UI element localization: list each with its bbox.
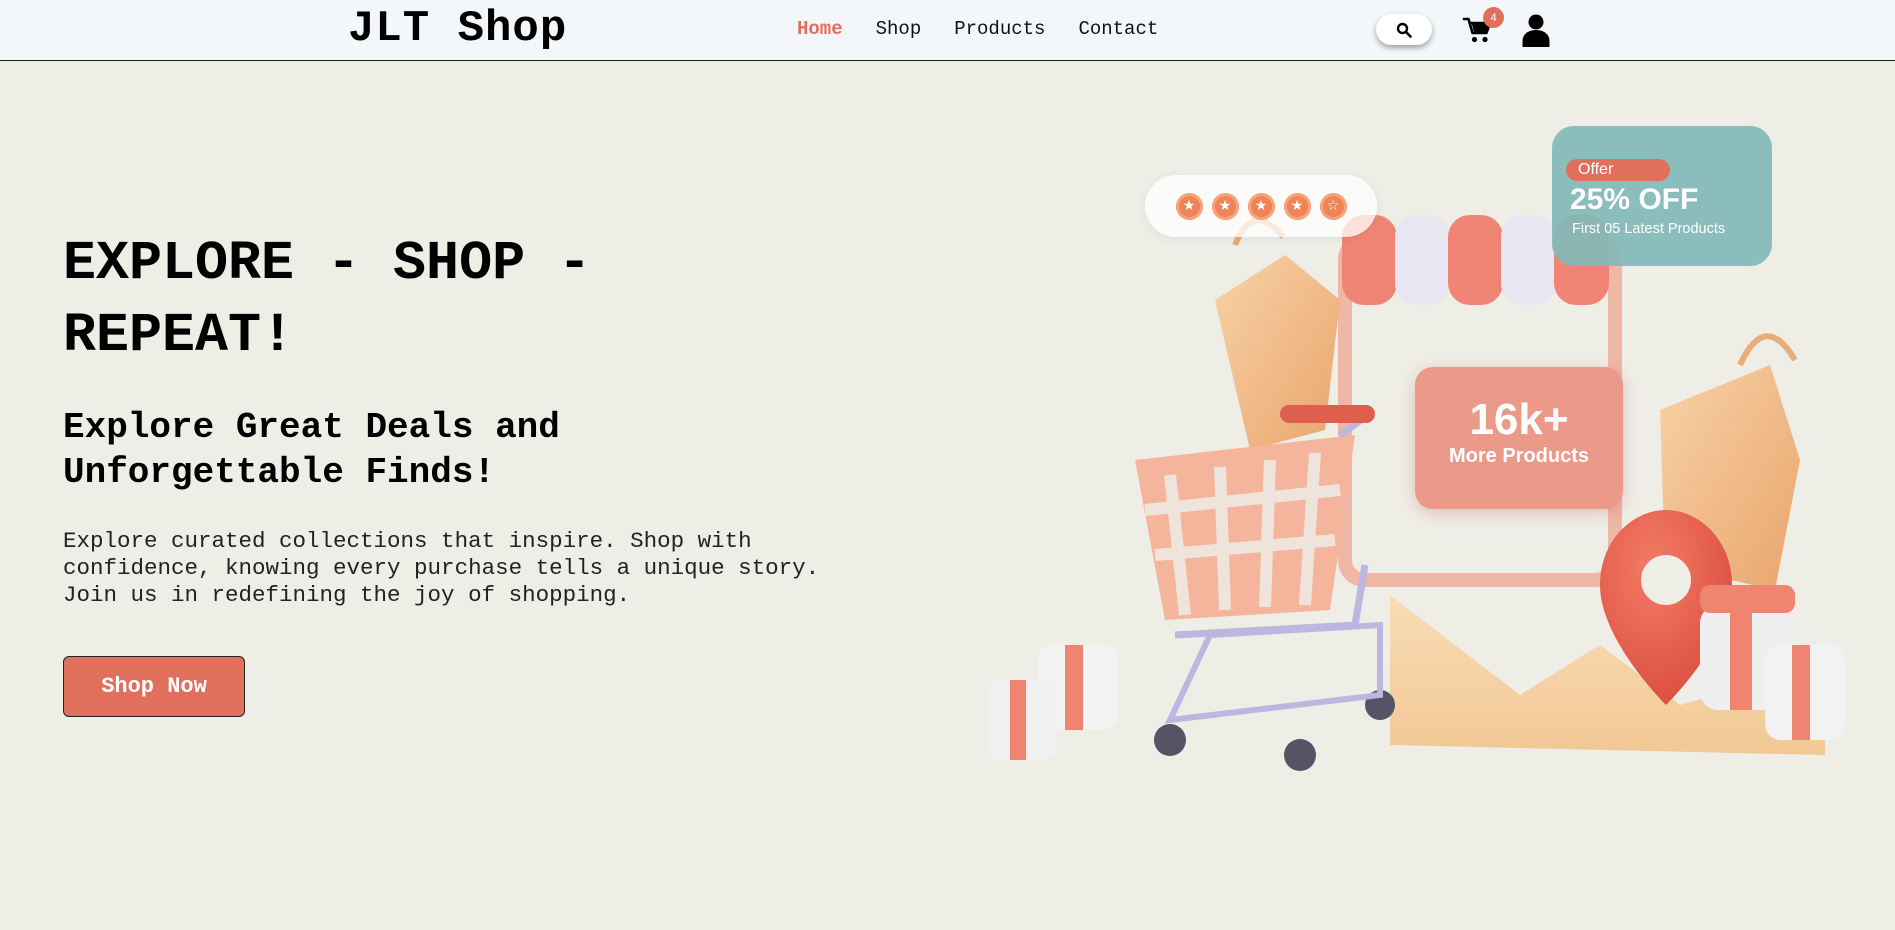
offer-headline: 25% OFF [1570,183,1699,216]
nav-home-link[interactable]: Home [797,18,843,40]
star-icon: ★ [1283,192,1311,220]
nav-shop-link[interactable]: Shop [876,18,922,40]
shop-now-button[interactable]: Shop Now [63,656,245,717]
hero-illustration: ★ ★ ★ ★ ☆ Offer 25% OFF First 05 Latest … [970,115,1850,815]
offer-detail: First 05 Latest Products [1572,221,1726,237]
products-count: 16k+ [1469,395,1569,444]
offer-tag: Offer [1566,159,1670,181]
search-icon [1396,22,1412,38]
nav-products-link[interactable]: Products [954,18,1045,40]
products-label: More Products [1448,445,1590,467]
top-navbar: JLT Shop Home Shop Products Contact 4 [0,0,1895,61]
hero-title: EXPLORE - SHOP - REPEAT! [63,232,592,367]
main-nav: Home Shop Products Contact [797,18,1158,40]
hero-subtitle: Explore Great Deals and Unforgettable Fi… [63,407,560,493]
nav-contact-link[interactable]: Contact [1078,18,1158,40]
search-button[interactable] [1376,14,1432,45]
star-icon: ★ [1247,192,1275,220]
cart-count-badge: 4 [1483,7,1504,28]
user-icon[interactable] [1520,13,1552,47]
rating-stars: ★ ★ ★ ★ ☆ [1145,175,1377,237]
brand-logo[interactable]: JLT Shop [348,4,567,54]
star-half-icon: ☆ [1319,192,1347,220]
offer-card: Offer 25% OFF First 05 Latest Products [1552,126,1772,266]
hero-description: Explore curated collections that inspire… [63,528,820,608]
products-count-card: 16k+ More Products [1415,367,1623,509]
star-icon: ★ [1175,192,1203,220]
star-icon: ★ [1211,192,1239,220]
